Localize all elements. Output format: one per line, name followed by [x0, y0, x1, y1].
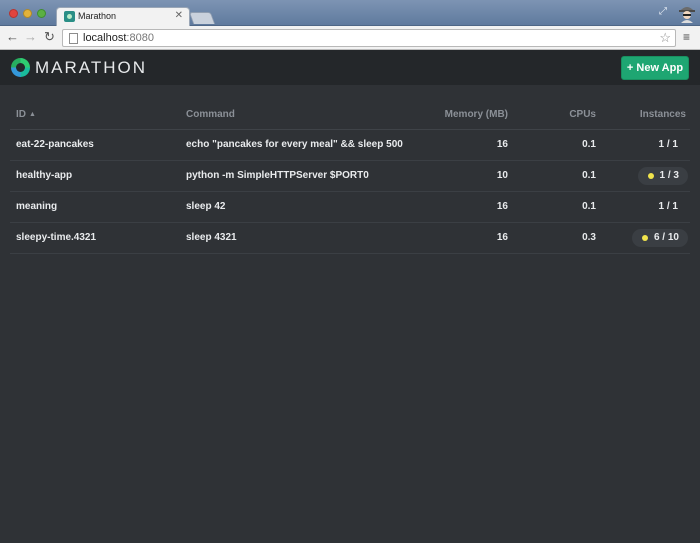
- deploying-status-dot-icon: [641, 235, 648, 241]
- new-app-button[interactable]: + New App: [621, 56, 689, 80]
- bookmark-star-icon[interactable]: ☆: [659, 30, 671, 46]
- app-instances: 1 / 1: [658, 201, 678, 212]
- marathon-logo-icon: [11, 58, 30, 77]
- fullscreen-icon[interactable]: ⤢: [659, 6, 667, 17]
- table-row[interactable]: sleepy-time.4321 sleep 4321 16 0.3 6 / 1…: [10, 223, 690, 254]
- browser-titlebar: Marathon ✕ ⤢: [0, 0, 700, 26]
- instances-badge: 6 / 10: [631, 229, 688, 247]
- window-minimize-button[interactable]: [23, 9, 32, 18]
- tab-close-icon[interactable]: ✕: [175, 10, 183, 21]
- back-arrow-icon[interactable]: ←: [6, 29, 19, 45]
- app-command: sleep 42: [186, 201, 226, 212]
- column-header-memory[interactable]: Memory (MB): [445, 109, 508, 120]
- menu-icon[interactable]: ≡: [683, 30, 690, 44]
- column-header-cpus[interactable]: CPUs: [569, 109, 596, 120]
- new-tab-button[interactable]: [188, 12, 216, 24]
- browser-tab[interactable]: Marathon ✕: [56, 7, 190, 26]
- table-row[interactable]: healthy-app python -m SimpleHTTPServer $…: [10, 161, 690, 192]
- logo-text: MARATHON: [35, 58, 148, 77]
- column-header-instances[interactable]: Instances: [640, 109, 686, 120]
- column-header-command[interactable]: Command: [186, 109, 235, 120]
- table-row[interactable]: meaning sleep 42 16 0.1 1 / 1: [10, 192, 690, 223]
- instances-badge: 1 / 3: [637, 167, 688, 185]
- app-id: eat-22-pancakes: [16, 139, 94, 150]
- reload-icon[interactable]: ↻: [44, 29, 55, 45]
- table-row[interactable]: eat-22-pancakes echo "pancakes for every…: [10, 130, 690, 161]
- forward-arrow-icon[interactable]: →: [24, 29, 37, 45]
- app-memory: 16: [496, 139, 508, 150]
- app-id: sleepy-time.4321: [16, 232, 97, 243]
- page-icon: [69, 33, 78, 44]
- address-bar[interactable]: localhost:8080 ☆: [62, 29, 676, 47]
- app-header: MARATHON: [0, 50, 700, 85]
- app-cpus: 0.1: [582, 170, 596, 181]
- app-id: healthy-app: [16, 170, 73, 181]
- url-text: localhost:8080: [83, 32, 154, 44]
- app-cpus: 0.1: [582, 139, 596, 150]
- apps-table: ID ▲ Command Memory (MB) CPUs Instances e…: [10, 100, 690, 254]
- app-cpus: 0.1: [582, 201, 596, 212]
- deploying-status-dot-icon: [647, 173, 654, 179]
- window-maximize-button[interactable]: [37, 9, 46, 18]
- column-header-id[interactable]: ID ▲: [16, 109, 36, 120]
- window-close-button[interactable]: [9, 9, 18, 18]
- app-memory: 16: [496, 201, 508, 212]
- app-id: meaning: [16, 201, 58, 212]
- profile-avatar-icon[interactable]: [678, 3, 696, 23]
- app-command: sleep 4321: [186, 232, 237, 243]
- app-memory: 10: [496, 170, 508, 181]
- app-memory: 16: [496, 232, 508, 243]
- app-command: echo "pancakes for every meal" && sleep …: [186, 139, 403, 150]
- app-instances: 6 / 10: [653, 232, 679, 243]
- marathon-favicon-icon: [64, 11, 75, 22]
- app-command: python -m SimpleHTTPServer $PORT0: [186, 170, 369, 181]
- sort-ascending-icon: ▲: [29, 111, 36, 118]
- app-cpus: 0.3: [582, 232, 596, 243]
- tab-title: Marathon: [78, 11, 117, 21]
- browser-toolbar: ← → ↻ localhost:8080 ☆ ≡: [0, 26, 700, 50]
- table-header: ID ▲ Command Memory (MB) CPUs Instances: [10, 100, 690, 130]
- app-instances: 1 / 3: [659, 170, 679, 181]
- app-instances: 1 / 1: [658, 139, 678, 150]
